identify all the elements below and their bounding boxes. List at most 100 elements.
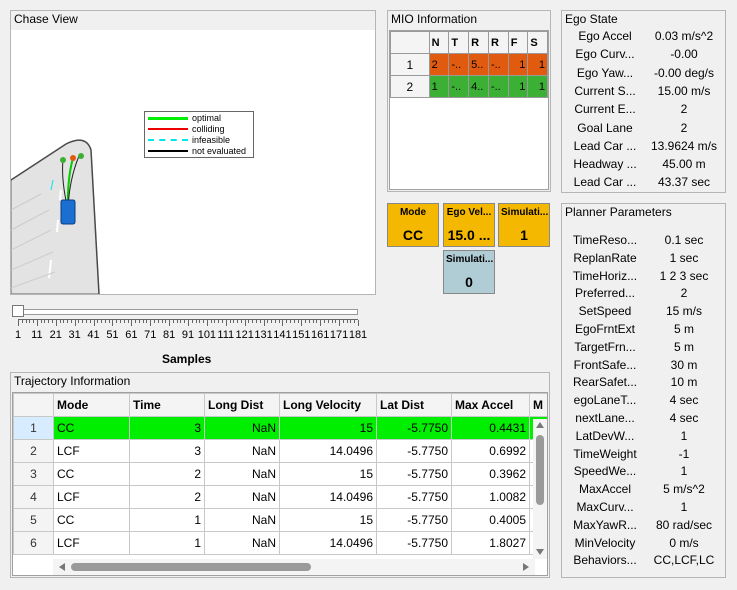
table-cell[interactable]: 1.8027 — [451, 531, 530, 555]
mio-cell[interactable]: 2 — [428, 53, 450, 76]
row-number: 1 — [13, 416, 54, 440]
table-cell[interactable]: 0.3962 — [451, 462, 530, 486]
table-cell[interactable]: 2 — [129, 462, 205, 486]
scroll-down-arrow[interactable] — [536, 549, 544, 555]
table-cell[interactable]: 1 — [129, 508, 205, 532]
slider-minor-tick — [21, 320, 23, 323]
table-cell[interactable]: LCF — [53, 485, 130, 509]
mio-row[interactable]: 1 2 -.. 5.. -.. 1 1 — [390, 53, 548, 76]
mio-header-f[interactable]: F — [507, 31, 529, 54]
table-row[interactable]: 5 CC 1 NaN 15 -5.7750 0.4005 — [13, 508, 547, 532]
table-cell[interactable]: 0.4431 — [451, 416, 530, 440]
mio-row[interactable]: 2 1 -.. 4.. -.. 1 1 — [390, 75, 548, 98]
mio-cell[interactable]: 1 — [507, 53, 529, 76]
column-header-time[interactable]: Time — [129, 393, 205, 417]
column-header-long-velocity[interactable]: Long Velocity — [279, 393, 377, 417]
row-number-header — [13, 393, 54, 417]
table-cell[interactable]: NaN — [204, 485, 280, 509]
mio-cell[interactable]: -.. — [448, 75, 470, 98]
table-cell[interactable]: -5.7750 — [376, 485, 452, 509]
table-cell[interactable]: NaN — [204, 416, 280, 440]
table-cell[interactable]: -5.7750 — [376, 439, 452, 463]
vertical-scrollbar[interactable] — [533, 419, 547, 559]
table-row[interactable]: 4 LCF 2 NaN 14.0496 -5.7750 1.0082 — [13, 485, 547, 509]
table-cell[interactable]: 1 — [129, 531, 205, 555]
horizontal-scroll-thumb[interactable] — [71, 563, 311, 571]
table-row[interactable]: 1 CC 3 NaN 15 -5.7750 0.4431 — [13, 416, 547, 440]
column-header-more[interactable]: M — [529, 393, 547, 417]
table-cell[interactable]: 1.0082 — [451, 485, 530, 509]
table-cell[interactable]: LCF — [53, 531, 130, 555]
column-header-mode[interactable]: Mode — [53, 393, 130, 417]
table-cell[interactable]: -5.7750 — [376, 508, 452, 532]
slider-minor-tick — [172, 320, 174, 323]
slider-minor-tick — [320, 320, 322, 326]
table-cell[interactable]: 15 — [279, 508, 377, 532]
table-cell[interactable]: 3 — [129, 416, 205, 440]
samples-slider[interactable]: 1 11 21 31 41 51 61 71 81 91 101 111 121 131 141 151 161… — [10, 305, 370, 345]
table-cell[interactable]: 14.0496 — [279, 485, 377, 509]
table-cell[interactable]: NaN — [204, 462, 280, 486]
column-header-max-accel[interactable]: Max Accel — [451, 393, 530, 417]
column-header-lat-dist[interactable]: Lat Dist — [376, 393, 452, 417]
table-cell[interactable]: 0.4005 — [451, 508, 530, 532]
table-cell[interactable]: 15 — [279, 462, 377, 486]
table-cell[interactable]: NaN — [204, 508, 280, 532]
slider-minor-tick — [123, 320, 125, 323]
slider-track[interactable] — [18, 309, 358, 315]
scroll-right-arrow[interactable] — [523, 563, 529, 571]
mio-cell[interactable]: -.. — [487, 75, 509, 98]
mio-header-n[interactable]: N — [428, 31, 450, 54]
horizontal-scrollbar[interactable] — [53, 559, 535, 575]
slider-minor-tick — [52, 320, 53, 323]
mio-header-t[interactable]: T — [448, 31, 470, 54]
simulation-card-1-title: Simulati... — [501, 207, 549, 218]
table-cell[interactable]: 2 — [129, 485, 205, 509]
mio-cell[interactable]: 5.. — [468, 53, 489, 76]
table-cell[interactable]: -5.7750 — [376, 416, 452, 440]
trajectory-header-row: Mode Time Long Dist Long Velocity Lat Di… — [13, 393, 547, 417]
vertical-scroll-thumb[interactable] — [536, 435, 544, 505]
mio-cell[interactable]: 1 — [507, 75, 529, 98]
table-cell[interactable]: CC — [53, 416, 130, 440]
table-cell[interactable]: NaN — [204, 439, 280, 463]
column-header-long-dist[interactable]: Long Dist — [204, 393, 280, 417]
scroll-up-arrow[interactable] — [536, 422, 544, 428]
mio-cell[interactable]: -.. — [487, 53, 509, 76]
table-cell[interactable]: -5.7750 — [376, 531, 452, 555]
slider-minor-tick — [78, 320, 80, 323]
mio-header-s[interactable]: S — [527, 31, 548, 54]
param-key: Goal Lane — [577, 120, 633, 135]
slider-minor-tick — [161, 320, 163, 323]
table-cell[interactable]: 3 — [129, 439, 205, 463]
ego-state-item: Headway ... 45.00 m — [562, 157, 725, 175]
table-cell[interactable]: NaN — [204, 531, 280, 555]
table-cell[interactable]: 14.0496 — [279, 531, 377, 555]
param-value: 1 — [680, 464, 688, 479]
slider-minor-tick — [165, 320, 167, 323]
param-value: 5 m — [673, 339, 694, 354]
table-cell[interactable]: LCF — [53, 439, 130, 463]
table-cell[interactable]: 0.6992 — [451, 439, 530, 463]
table-cell[interactable]: 15 — [279, 416, 377, 440]
table-row[interactable]: 3 CC 2 NaN 15 -5.7750 0.3962 — [13, 462, 547, 486]
table-cell[interactable]: CC — [53, 462, 130, 486]
param-value: 5 m/s^2 — [663, 482, 705, 497]
table-cell[interactable]: -5.7750 — [376, 462, 452, 486]
mio-header-r2[interactable]: R — [487, 31, 509, 54]
slider-tick-label: 91 — [181, 329, 195, 341]
mio-cell[interactable]: 1 — [527, 75, 548, 98]
ego-state-item: Ego Yaw... -0.00 deg/s — [562, 66, 725, 84]
mio-cell[interactable]: 4.. — [468, 75, 489, 98]
slider-thumb[interactable] — [12, 305, 24, 317]
table-row[interactable]: 2 LCF 3 NaN 14.0496 -5.7750 0.6992 — [13, 439, 547, 463]
table-cell[interactable]: CC — [53, 508, 130, 532]
chase-view-canvas[interactable] — [11, 30, 375, 294]
mio-cell[interactable]: -.. — [448, 53, 470, 76]
table-row[interactable]: 6 LCF 1 NaN 14.0496 -5.7750 1.8027 — [13, 531, 547, 555]
mio-cell[interactable]: 1 — [428, 75, 450, 98]
table-cell[interactable]: 14.0496 — [279, 439, 377, 463]
mio-cell[interactable]: 1 — [527, 53, 548, 76]
mio-header-r1[interactable]: R — [468, 31, 489, 54]
scroll-left-arrow[interactable] — [59, 563, 65, 571]
